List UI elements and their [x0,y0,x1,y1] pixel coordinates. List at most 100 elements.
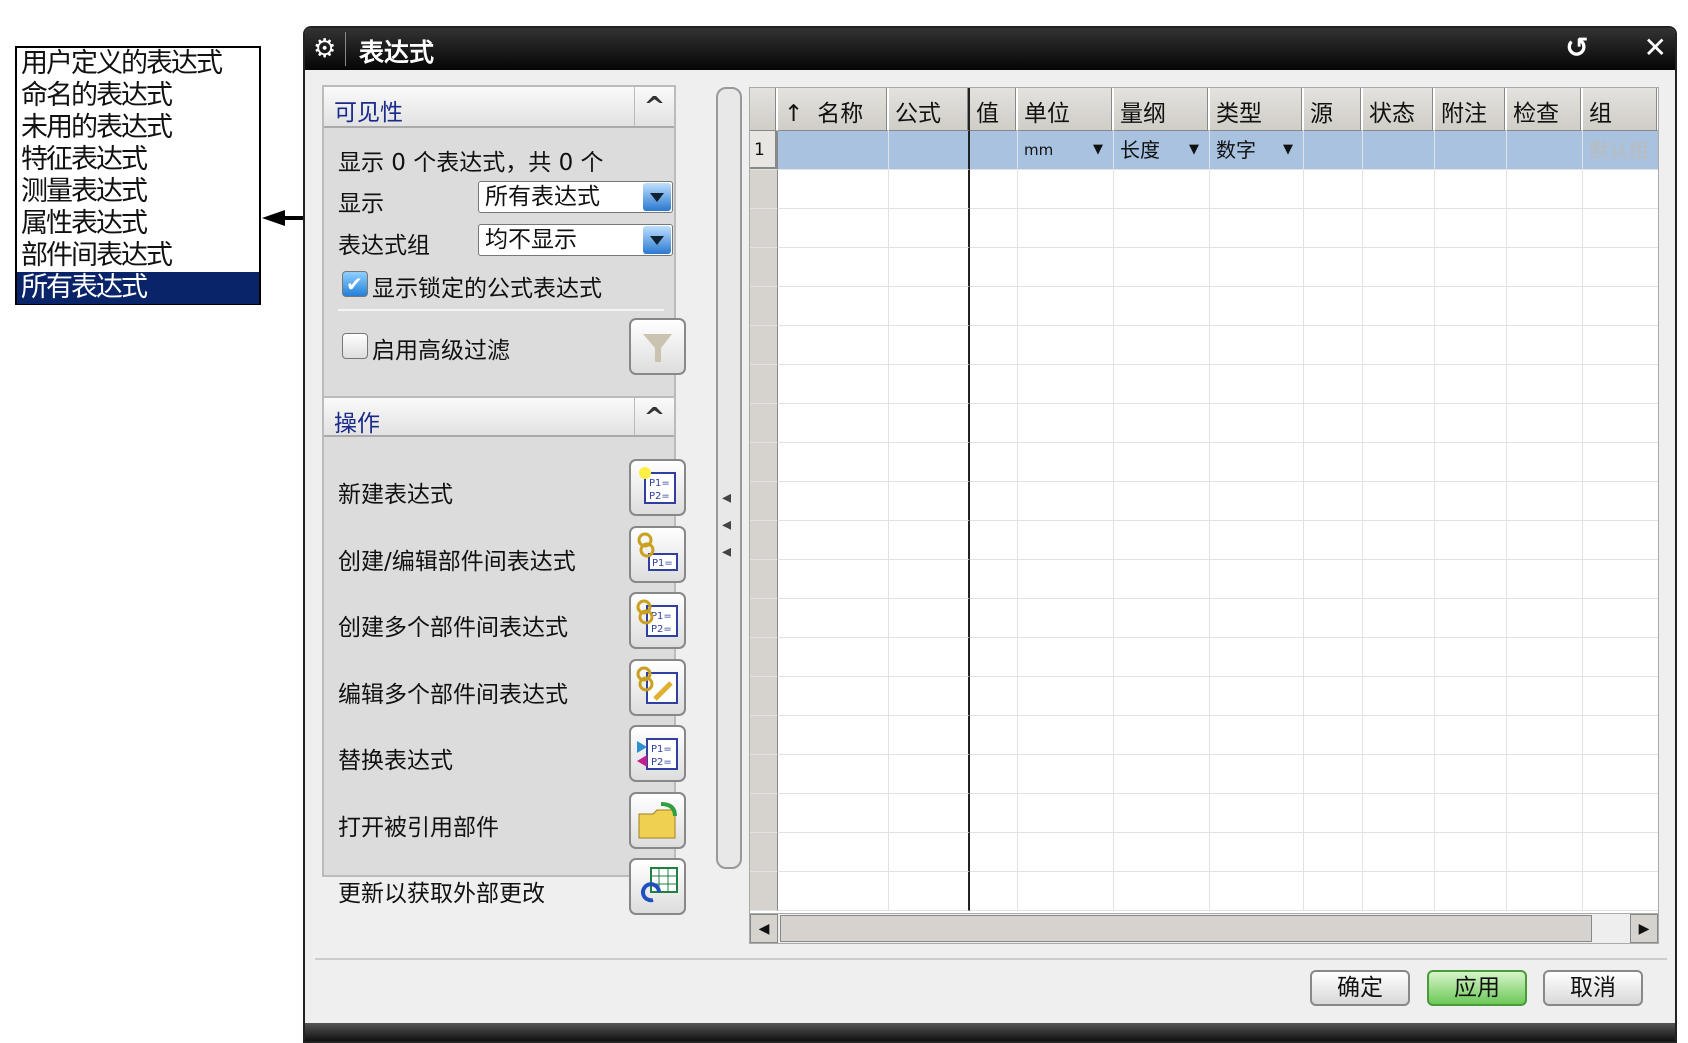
table-cell[interactable] [778,794,889,833]
table-cell[interactable] [1018,794,1114,833]
table-cell[interactable] [1507,716,1583,755]
table-cell[interactable] [1363,599,1435,638]
operation-button[interactable]: P1= P2= [629,592,686,649]
row-number[interactable] [750,560,778,599]
table-cell[interactable] [1583,404,1658,443]
table-cell[interactable] [1114,794,1210,833]
table-cell[interactable] [1018,209,1114,248]
table-cell[interactable] [1114,287,1210,326]
table-cell[interactable] [970,443,1018,482]
table-cell[interactable] [1018,599,1114,638]
operation-button[interactable]: P1= [629,525,686,583]
dropdown-arrow-icon[interactable] [643,183,671,211]
table-cell[interactable] [1435,677,1507,716]
table-cell[interactable] [1304,521,1363,560]
table-cell[interactable] [889,326,970,365]
table-cell[interactable] [970,794,1018,833]
operations-section-header[interactable]: 操作 ^ [324,396,674,437]
row-number[interactable] [750,794,778,833]
table-cell[interactable] [970,209,1018,248]
table-cell[interactable] [1210,716,1304,755]
table-cell[interactable] [889,170,970,209]
scrollbar-thumb[interactable] [780,915,1592,942]
table-cell[interactable] [1435,716,1507,755]
table-cell[interactable] [1210,599,1304,638]
table-cell[interactable] [1304,677,1363,716]
scroll-right-icon[interactable]: ▶ [1630,914,1658,943]
table-row[interactable] [750,443,1658,482]
table-cell[interactable] [970,287,1018,326]
cancel-button[interactable]: 取消 [1543,970,1643,1006]
table-cell[interactable] [1210,521,1304,560]
table-cell[interactable] [1583,209,1658,248]
collapse-chevron-icon[interactable]: ^ [634,87,674,126]
table-cell[interactable] [1114,755,1210,794]
row-number[interactable] [750,833,778,872]
row-number[interactable] [750,638,778,677]
table-cell[interactable] [970,833,1018,872]
table-cell[interactable] [1363,443,1435,482]
table-cell[interactable] [1114,716,1210,755]
table-cell[interactable] [1018,833,1114,872]
table-cell[interactable] [1435,482,1507,521]
table-cell[interactable] [970,521,1018,560]
table-cell[interactable] [1583,677,1658,716]
table-cell[interactable] [1507,638,1583,677]
table-cell[interactable] [1114,638,1210,677]
table-cell[interactable] [778,833,889,872]
table-cell[interactable] [889,794,970,833]
table-cell[interactable]: 长度 ▼ [1114,131,1210,170]
sort-ascending-icon[interactable]: ↑ [784,101,803,127]
table-cell[interactable] [1507,599,1583,638]
table-cell[interactable] [1210,755,1304,794]
table-cell[interactable] [1304,404,1363,443]
table-cell[interactable] [970,170,1018,209]
table-cell[interactable] [1210,677,1304,716]
table-cell[interactable] [1583,482,1658,521]
panel-splitter[interactable]: ◂ ◂ ◂ [716,87,742,869]
table-row[interactable] [750,872,1658,911]
table-cell[interactable] [778,560,889,599]
table-cell[interactable] [970,872,1018,911]
table-cell[interactable] [1583,716,1658,755]
row-number[interactable] [750,599,778,638]
table-cell[interactable] [1304,131,1363,170]
table-cell[interactable] [970,599,1018,638]
table-cell[interactable] [778,677,889,716]
table-cell[interactable] [1583,599,1658,638]
table-cell[interactable] [1304,482,1363,521]
table-cell[interactable] [1304,716,1363,755]
dropdown-option[interactable]: 属性表达式 [17,208,259,240]
row-number[interactable] [750,872,778,911]
table-cell[interactable] [778,443,889,482]
table-cell[interactable] [1304,560,1363,599]
table-cell[interactable] [1304,599,1363,638]
table-cell[interactable] [889,248,970,287]
table-cell[interactable] [1363,560,1435,599]
dropdown-option[interactable]: 特征表达式 [17,144,259,176]
operation-button[interactable] [629,858,686,915]
table-cell[interactable] [1018,170,1114,209]
apply-button[interactable]: 应用 [1427,970,1527,1006]
table-cell[interactable] [1507,209,1583,248]
table-cell[interactable] [1507,404,1583,443]
table-cell[interactable] [1507,560,1583,599]
table-cell[interactable] [1018,287,1114,326]
dropdown-option[interactable]: 测量表达式 [17,176,259,208]
table-cell[interactable]: mm ▼ [1018,131,1114,170]
table-cell[interactable] [1507,326,1583,365]
table-cell[interactable] [1435,248,1507,287]
row-number[interactable] [750,365,778,404]
operation-button[interactable] [629,791,686,849]
table-cell[interactable] [1363,326,1435,365]
advanced-filter-checkbox[interactable] [342,333,368,359]
table-cell[interactable] [1363,404,1435,443]
table-row[interactable] [750,833,1658,872]
cell-dropdown-icon[interactable]: ▼ [1189,131,1199,169]
dropdown-arrow-icon[interactable] [643,226,671,254]
table-cell[interactable] [1507,482,1583,521]
row-number[interactable] [750,170,778,209]
table-cell[interactable] [1018,326,1114,365]
table-cell[interactable] [1507,248,1583,287]
dropdown-option[interactable]: 未用的表达式 [17,112,259,144]
